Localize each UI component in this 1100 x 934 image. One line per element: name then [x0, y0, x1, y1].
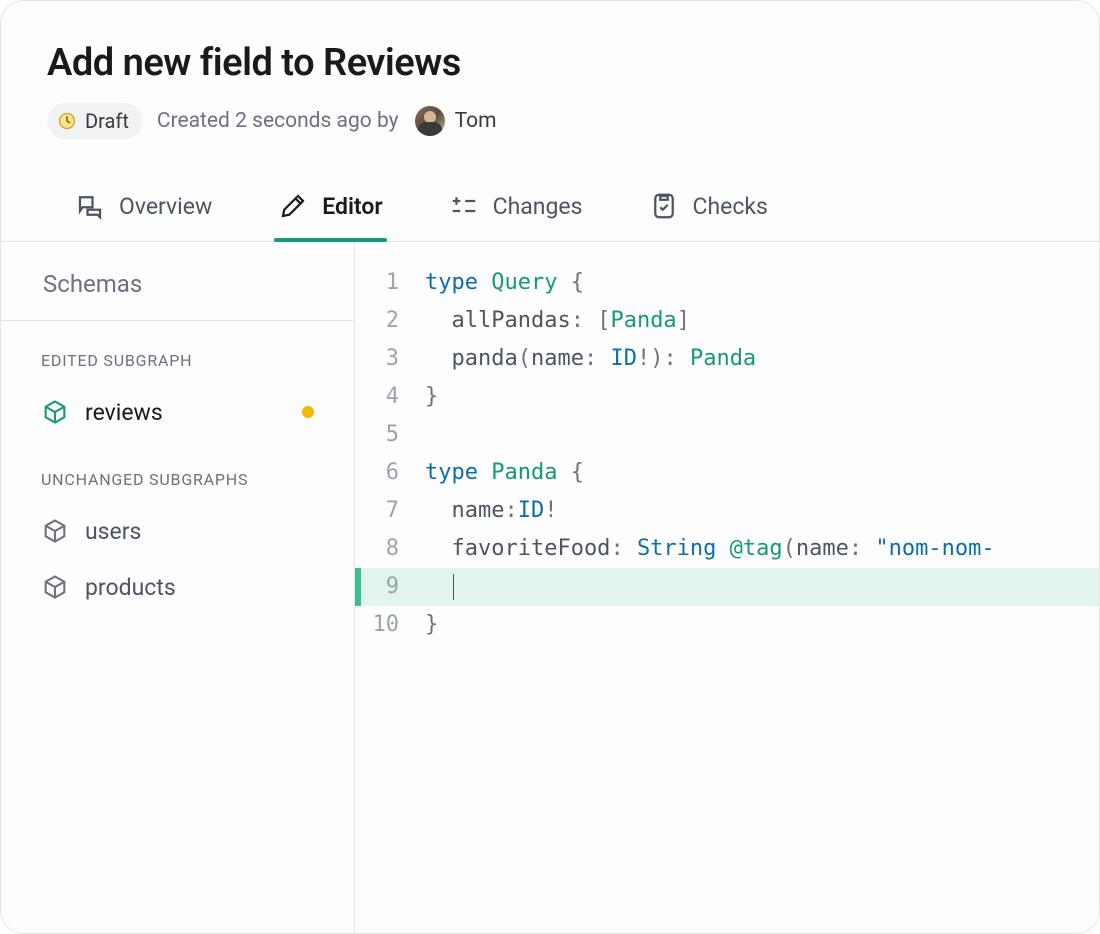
line-number: 10	[355, 606, 425, 644]
schema-name: products	[85, 574, 176, 601]
modified-dot-icon	[302, 406, 314, 418]
clock-icon	[57, 111, 77, 131]
sidebar-item-users[interactable]: users	[1, 503, 354, 559]
editor-icon	[278, 191, 308, 221]
code-line[interactable]: 4}	[355, 378, 1099, 416]
code-editor[interactable]: 1type Query {2 allPandas: [Panda]3 panda…	[355, 242, 1099, 933]
line-number: 3	[355, 340, 425, 378]
line-number: 2	[355, 302, 425, 340]
tab-label: Overview	[119, 193, 212, 220]
meta-row: Draft Created 2 seconds ago by Tom	[47, 103, 1053, 139]
tab-changes[interactable]: Changes	[445, 177, 587, 241]
overview-icon	[75, 191, 105, 221]
sidebar-item-products[interactable]: products	[1, 559, 354, 615]
code-line[interactable]: 9	[355, 568, 1099, 606]
line-number: 6	[355, 454, 425, 492]
line-number: 8	[355, 530, 425, 568]
group-unchanged-label: UNCHANGED SUBGRAPHS	[1, 440, 354, 503]
code-line[interactable]: 7 name:ID!	[355, 492, 1099, 530]
status-label: Draft	[85, 109, 129, 133]
code-line[interactable]: 5	[355, 416, 1099, 454]
sidebar: Schemas EDITED SUBGRAPH reviews UNCHANGE…	[1, 242, 355, 933]
group-edited-label: EDITED SUBGRAPH	[1, 321, 354, 384]
created-text: Created 2 seconds ago by	[157, 109, 399, 133]
code-content[interactable]: type Panda {	[425, 454, 1099, 492]
code-line[interactable]: 8 favoriteFood: String @tag(name: "nom-n…	[355, 530, 1099, 568]
line-number: 7	[355, 492, 425, 530]
line-number: 1	[355, 264, 425, 302]
line-number: 9	[355, 568, 425, 606]
tab-label: Editor	[322, 193, 382, 220]
code-content[interactable]: type Query {	[425, 264, 1099, 302]
changes-icon	[449, 191, 479, 221]
code-content[interactable]	[425, 568, 1099, 606]
tab-checks[interactable]: Checks	[645, 177, 772, 241]
code-line[interactable]: 2 allPandas: [Panda]	[355, 302, 1099, 340]
tab-label: Changes	[493, 193, 583, 220]
schema-name: reviews	[85, 399, 163, 426]
schema-name: users	[85, 518, 141, 545]
code-content[interactable]: favoriteFood: String @tag(name: "nom-nom…	[425, 530, 1099, 568]
status-badge: Draft	[47, 103, 143, 139]
code-content[interactable]: }	[425, 606, 1099, 644]
code-line[interactable]: 1type Query {	[355, 264, 1099, 302]
tab-label: Checks	[693, 193, 768, 220]
avatar	[415, 106, 445, 136]
code-line[interactable]: 10}	[355, 606, 1099, 644]
author-name: Tom	[455, 109, 497, 133]
tabs: Overview Editor Changes Checks	[1, 159, 1099, 242]
code-content[interactable]: name:ID!	[425, 492, 1099, 530]
code-content[interactable]: }	[425, 378, 1099, 416]
tab-overview[interactable]: Overview	[71, 177, 216, 241]
page-title: Add new field to Reviews	[47, 41, 1053, 85]
cube-icon	[41, 573, 69, 601]
code-content[interactable]: panda(name: ID!): Panda	[425, 340, 1099, 378]
tab-editor[interactable]: Editor	[274, 177, 386, 241]
cube-icon	[41, 398, 69, 426]
checks-icon	[649, 191, 679, 221]
line-number: 5	[355, 416, 425, 454]
code-content[interactable]: allPandas: [Panda]	[425, 302, 1099, 340]
schemas-title: Schemas	[1, 266, 354, 321]
line-number: 4	[355, 378, 425, 416]
code-line[interactable]: 3 panda(name: ID!): Panda	[355, 340, 1099, 378]
cube-icon	[41, 517, 69, 545]
text-cursor	[453, 574, 454, 600]
code-line[interactable]: 6type Panda {	[355, 454, 1099, 492]
sidebar-item-reviews[interactable]: reviews	[1, 384, 354, 440]
